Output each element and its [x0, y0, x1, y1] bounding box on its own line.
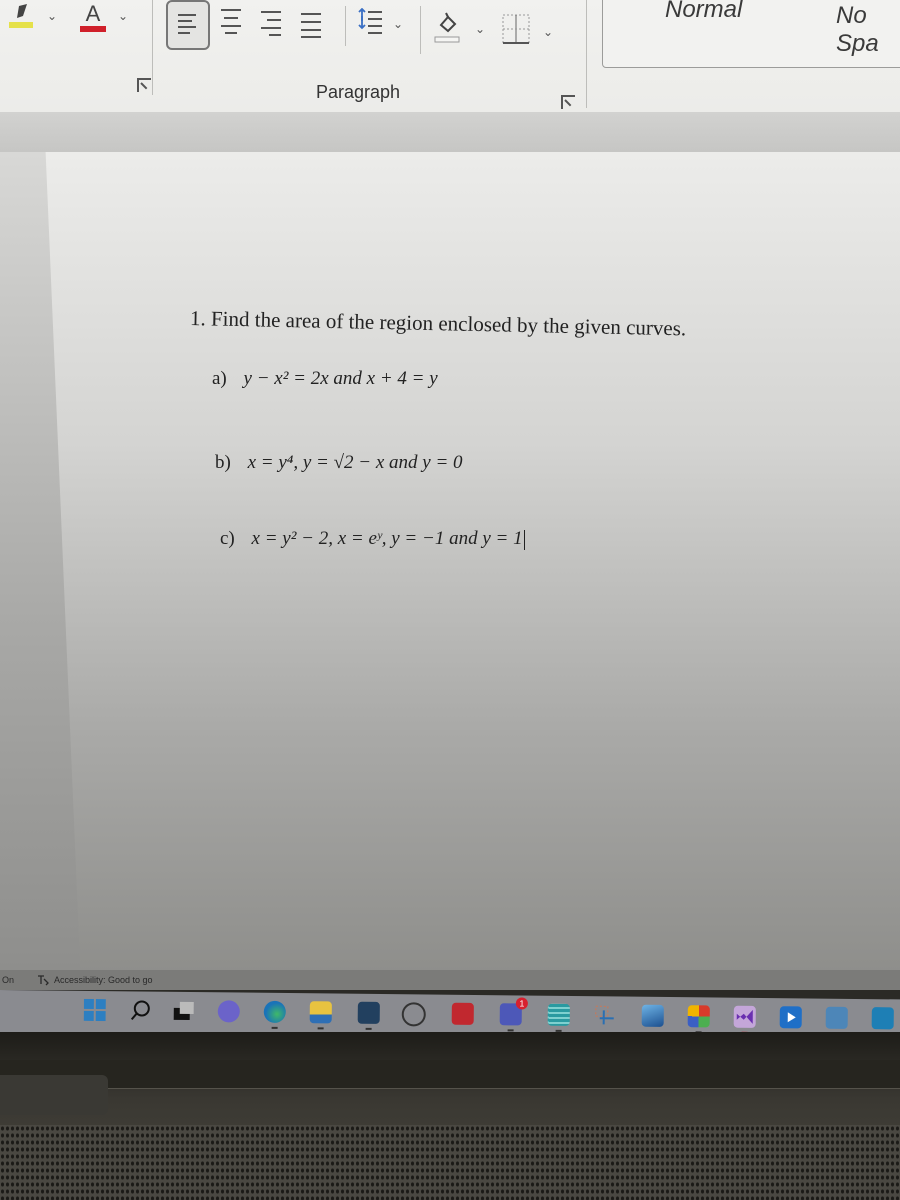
spacing-divider [420, 6, 421, 54]
borders-button[interactable] [500, 12, 532, 46]
question-item-a[interactable]: a) y − x² = 2x and x + 4 = y [212, 368, 438, 390]
paint-bucket-icon [434, 12, 460, 43]
visual-studio-icon[interactable] [733, 1005, 756, 1028]
laptop-foot [0, 1075, 108, 1115]
item-expression: x = y⁴, y = √2 − x and y = 0 [247, 452, 463, 473]
style-normal[interactable]: Normal [665, 0, 742, 24]
app-icon-blue-2[interactable] [871, 1007, 894, 1030]
dell-icon[interactable] [401, 1002, 426, 1027]
teams-icon[interactable]: 1 [499, 997, 528, 1026]
item-expression: y − x² = 2x and x + 4 = y [243, 368, 438, 389]
shading-chevron[interactable]: ⌄ [475, 22, 485, 36]
teams-badge: 1 [515, 997, 528, 1010]
explorer-running-indicator [317, 1027, 324, 1030]
file-explorer-icon[interactable] [309, 1001, 332, 1024]
highlight-dropdown-chevron[interactable]: ⌄ [47, 9, 57, 23]
accessibility-text: Accessibility: Good to go [54, 975, 153, 985]
borders-chevron[interactable]: ⌄ [543, 25, 553, 39]
windows-start-icon[interactable] [83, 998, 106, 1022]
font-group-divider [152, 0, 153, 95]
highlight-button[interactable] [6, 2, 36, 32]
paragraph-group-divider [586, 0, 587, 108]
item-label: b) [215, 452, 231, 473]
font-color-dropdown-chevron[interactable]: ⌄ [118, 9, 128, 23]
item-label: a) [212, 368, 227, 389]
shading-button[interactable] [432, 10, 462, 46]
align-center-button[interactable] [216, 2, 246, 38]
align-divider [345, 6, 346, 46]
app-icon-blue-1[interactable] [825, 1006, 848, 1029]
borders-icon [502, 14, 530, 44]
text-cursor [523, 529, 525, 550]
speaker-grille [0, 1125, 900, 1200]
status-bar: On Accessibility: Good to go [0, 970, 900, 990]
align-left-button[interactable] [166, 0, 210, 50]
photos-icon[interactable] [641, 1004, 664, 1027]
justify-button[interactable] [296, 6, 326, 42]
snipping-tool-icon[interactable] [594, 1004, 616, 1026]
document-page[interactable] [45, 152, 900, 982]
item-label: c) [220, 528, 235, 549]
search-icon[interactable] [130, 999, 152, 1021]
paragraph-group-label: Paragraph [316, 82, 401, 102]
align-right-icon [261, 11, 281, 36]
media-player-icon[interactable] [779, 1006, 802, 1029]
highlighter-icon [9, 4, 33, 28]
notepad-icon[interactable] [547, 1003, 570, 1026]
accessibility-status[interactable]: Accessibility: Good to go [36, 974, 153, 986]
line-spacing-chevron[interactable]: ⌄ [393, 17, 403, 31]
font-color-letter: A [85, 1, 101, 26]
font-color-bar [80, 26, 106, 32]
laptop-hinge [0, 1060, 900, 1089]
justify-icon [301, 13, 321, 38]
edge-running-indicator [271, 1026, 278, 1029]
align-right-button[interactable] [256, 4, 286, 40]
item-expression: x = y² − 2, x = eʸ, y = −1 and y = 1 [251, 528, 523, 549]
status-on-text: On [2, 975, 15, 985]
style-no-spacing[interactable]: No Spa [836, 2, 900, 58]
teams-chat-icon[interactable] [217, 1000, 240, 1023]
line-spacing-icon [358, 8, 382, 34]
font-dialog-launcher[interactable] [137, 78, 151, 92]
paragraph-dialog-launcher[interactable] [561, 95, 575, 109]
align-left-icon [178, 14, 196, 34]
edge-icon[interactable] [263, 1000, 286, 1023]
store-running-indicator [365, 1027, 372, 1030]
align-center-icon [221, 9, 241, 34]
question-item-c[interactable]: c) x = y² − 2, x = eʸ, y = −1 and y = 1 [220, 528, 525, 550]
ribbon: ⌄ A ⌄ ⌄ ⌄ ⌄ Paragraph Normal No Spa [0, 0, 900, 113]
page-top-margin-band [0, 112, 900, 152]
accessibility-icon [38, 975, 49, 986]
microsoft-store-icon[interactable] [357, 1001, 380, 1024]
line-spacing-button[interactable] [352, 6, 386, 40]
mcafee-icon[interactable] [451, 1002, 474, 1025]
question-item-b[interactable]: b) x = y⁴, y = √2 − x and y = 0 [215, 452, 463, 474]
office-icon[interactable] [687, 1005, 710, 1028]
font-color-button[interactable]: A [78, 0, 108, 34]
task-view-icon[interactable] [172, 1000, 194, 1022]
